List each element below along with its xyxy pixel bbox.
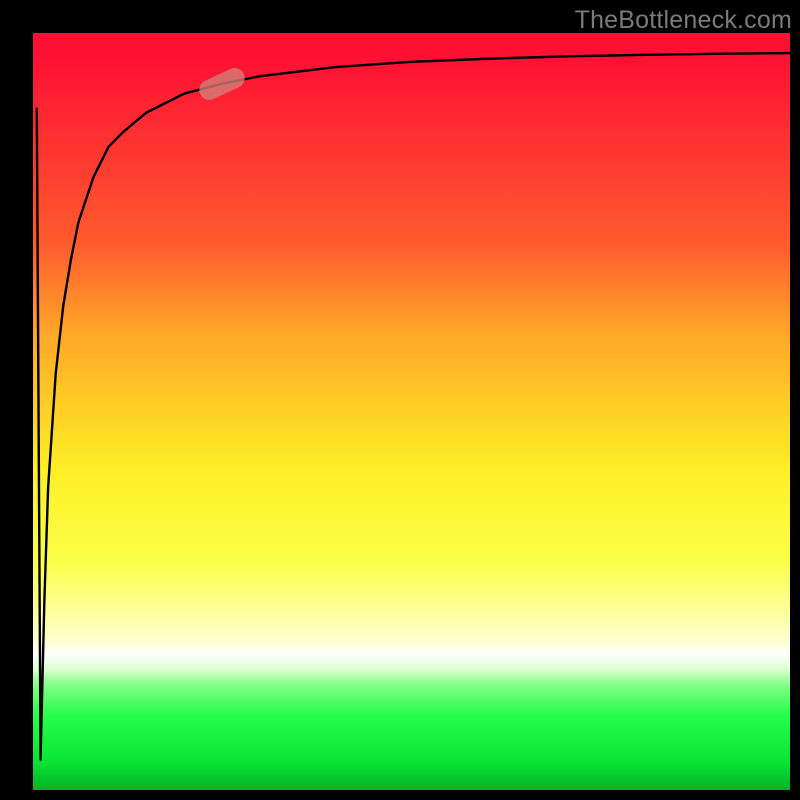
plot-area bbox=[33, 33, 790, 790]
bottleneck-curve bbox=[37, 53, 790, 760]
watermark-text: TheBottleneck.com bbox=[575, 6, 792, 35]
curve-svg bbox=[33, 33, 790, 790]
chart-frame: TheBottleneck.com bbox=[0, 0, 800, 800]
